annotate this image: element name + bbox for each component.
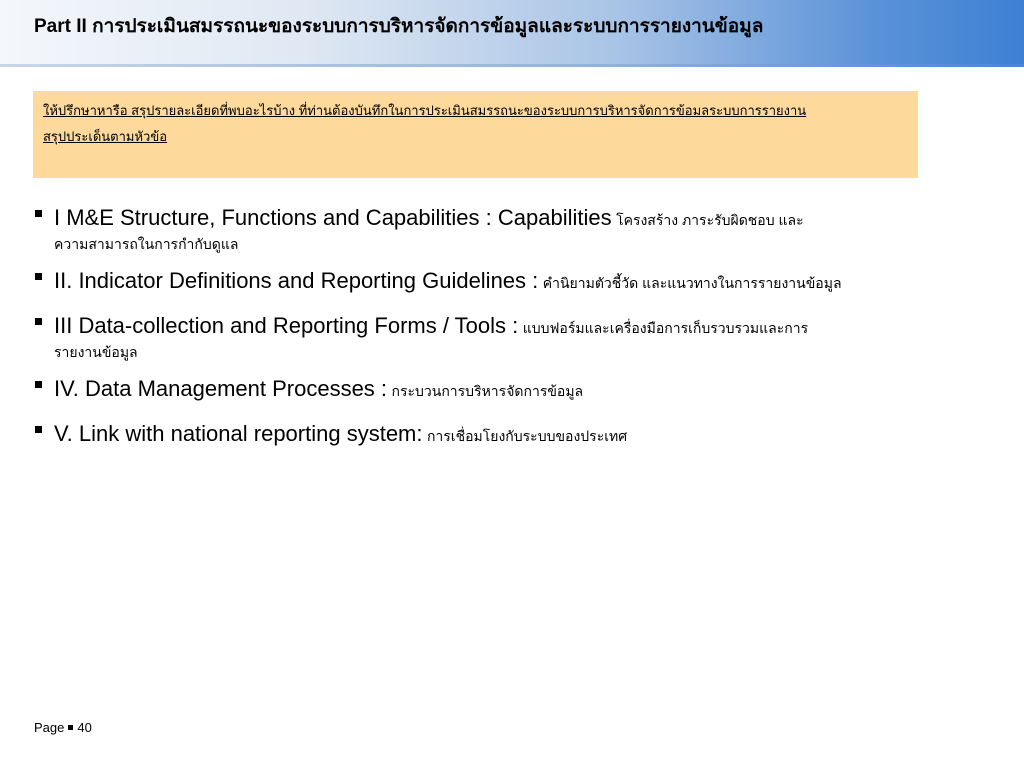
topic-thai-label: แบบฟอร์มและเครื่องมือการเก็บรวบรวมและการ — [522, 320, 809, 336]
topic-title: III Data-collection and Reporting Forms … — [54, 313, 519, 338]
topic-title: V. Link with national reporting system: — [54, 421, 423, 446]
topic-title: II. Indicator Definitions and Reporting … — [54, 268, 539, 293]
square-bullet-icon — [35, 210, 42, 217]
topic-thai-label: โครงสร้าง ภาระรับผิดชอบ และ — [616, 212, 804, 228]
topic-thai-label: การเชื่อมโยงกับระบบของประเทศ — [426, 428, 628, 444]
instruction-line-1: ให้ปรึกษาหารือ สรุปรายละเอียดที่พบอะไรบ้… — [43, 103, 807, 118]
page-footer: Page 40 — [34, 720, 92, 735]
separator-square-icon — [68, 725, 74, 731]
title-bar: Part II การประเมินสมรรถนะของระบบการบริหา… — [0, 0, 1024, 64]
topic-item: IV. Data Management Processes : กระบวนกา… — [33, 373, 983, 408]
topic-line: III Data-collection and Reporting Forms … — [54, 310, 983, 345]
topic-item: I M&E Structure, Functions and Capabilit… — [33, 202, 983, 255]
square-bullet-icon — [35, 381, 42, 388]
square-bullet-icon — [35, 318, 42, 325]
instruction-text: ให้ปรึกษาหารือ สรุปรายละเอียดที่พบอะไรบ้… — [43, 98, 908, 150]
page-label: Page — [34, 720, 65, 735]
instruction-box: ให้ปรึกษาหารือ สรุปรายละเอียดที่พบอะไรบ้… — [33, 91, 918, 178]
topic-item: III Data-collection and Reporting Forms … — [33, 310, 983, 363]
page-title: Part II การประเมินสมรรถนะของระบบการบริหา… — [34, 16, 764, 37]
topic-line: I M&E Structure, Functions and Capabilit… — [54, 202, 983, 237]
topic-title: IV. Data Management Processes : — [54, 376, 388, 401]
square-bullet-icon — [35, 273, 42, 280]
topic-thai-label: กระบวนการบริหารจัดการข้อมูล — [391, 383, 584, 399]
topic-item: V. Link with national reporting system: … — [33, 418, 983, 453]
title-divider — [0, 64, 1024, 67]
topic-item: II. Indicator Definitions and Reporting … — [33, 265, 983, 300]
topic-list: I M&E Structure, Functions and Capabilit… — [33, 202, 983, 463]
topic-line: V. Link with national reporting system: … — [54, 418, 983, 453]
topic-line: IV. Data Management Processes : กระบวนกา… — [54, 373, 983, 408]
instruction-line-2: สรุปประเด็นตามหัวข้อ — [43, 129, 168, 144]
page-number: 40 — [77, 720, 92, 735]
topic-thai-label: คำนิยามตัวชี้วัด และแนวทางในการรายงานข้อ… — [542, 275, 842, 291]
square-bullet-icon — [35, 426, 42, 433]
topic-line: II. Indicator Definitions and Reporting … — [54, 265, 983, 300]
topic-title: I M&E Structure, Functions and Capabilit… — [54, 205, 612, 230]
